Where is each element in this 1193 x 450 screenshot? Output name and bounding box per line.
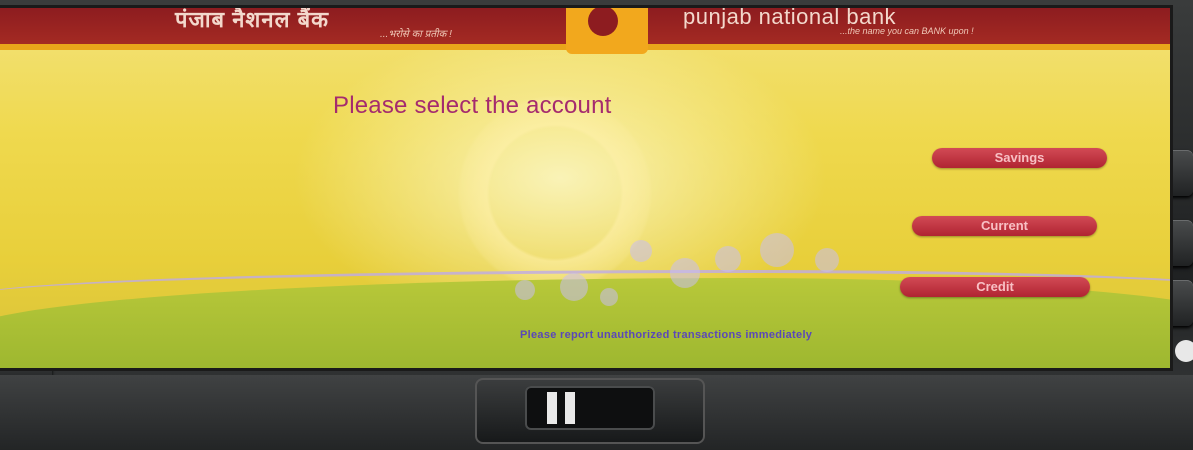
atm-screen: पंजाब नैशनल बैंक ...भरोसे का प्रतीक ! pu… xyxy=(0,8,1170,368)
savings-option-button[interactable]: Savings xyxy=(932,148,1107,168)
fraud-notice: Please report unauthorized transactions … xyxy=(520,329,813,341)
brand-tagline-hindi: ...भरोसे का प्रतीक ! xyxy=(380,29,452,40)
decor-dot xyxy=(760,233,794,267)
decor-dot xyxy=(600,288,618,306)
card-slot[interactable] xyxy=(525,386,655,430)
decor-dot xyxy=(715,246,741,272)
account-select-prompt: Please select the account xyxy=(333,92,612,119)
decor-dot xyxy=(815,248,839,272)
slot-light xyxy=(547,392,557,424)
credit-option-button[interactable]: Credit xyxy=(900,277,1090,297)
side-round-button[interactable] xyxy=(1175,340,1193,362)
slot-light xyxy=(565,392,575,424)
bank-header: पंजाब नैशनल बैंक ...भरोसे का प्रतीक ! pu… xyxy=(0,8,1170,54)
decor-dot xyxy=(670,258,700,288)
card-reader xyxy=(475,378,705,444)
decor-dot xyxy=(630,240,652,262)
decor-dot xyxy=(515,280,535,300)
current-option-button[interactable]: Current xyxy=(912,216,1097,236)
brand-name-hindi: पंजाब नैशनल बैंक xyxy=(175,8,330,32)
brand-tagline-english: ...the name you can BANK upon ! xyxy=(840,26,974,36)
bank-logo xyxy=(566,8,648,54)
decor-dot xyxy=(560,273,588,301)
